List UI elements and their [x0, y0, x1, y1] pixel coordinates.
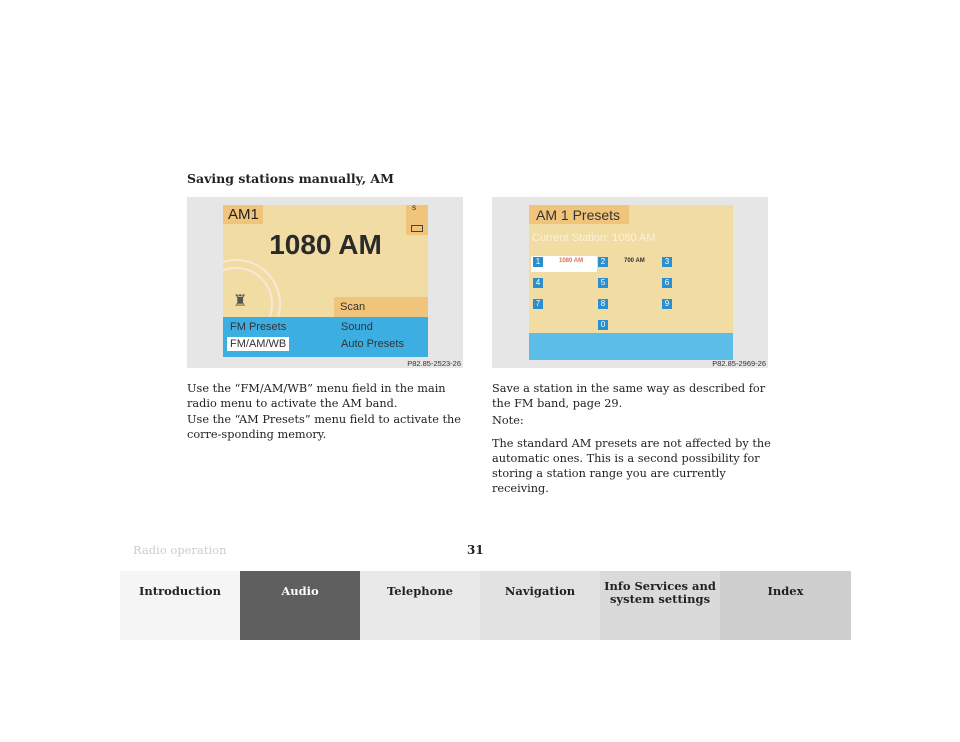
menu-sound: Sound: [341, 321, 373, 333]
paragraph: Use the “FM/AM/WB” menu field in the mai…: [187, 382, 446, 410]
current-station: Current Station: 1080 AM: [532, 232, 656, 244]
preset-number: 8: [598, 299, 608, 309]
preset-number: 5: [598, 278, 608, 288]
tab-audio[interactable]: Audio: [240, 571, 360, 640]
menu-auto-presets: Auto Presets: [341, 338, 404, 350]
paragraph: Use the “AM Presets” menu field to activ…: [187, 413, 461, 441]
preset-number: 7: [533, 299, 543, 309]
tab-telephone[interactable]: Telephone: [360, 571, 480, 640]
preset-number: 6: [662, 278, 672, 288]
note-label: Note:: [492, 414, 524, 427]
tower-icon: ♜: [233, 293, 248, 310]
preset-number: 2: [598, 257, 608, 267]
figure-code: P82.85-2523-26: [407, 359, 461, 368]
tab-introduction[interactable]: Introduction: [120, 571, 240, 640]
preset-number: 1: [533, 257, 543, 267]
preset-number: 3: [662, 257, 672, 267]
tab-navigation[interactable]: Navigation: [480, 571, 600, 640]
preset-number: 4: [533, 278, 543, 288]
menu-fm-am-wb: FM/AM/WB: [227, 337, 290, 351]
band-label: AM1: [223, 205, 263, 224]
presets-title: AM 1 Presets: [529, 205, 629, 224]
section-footer: Radio operation: [133, 543, 227, 557]
frequency-display: 1080 AM: [269, 229, 382, 260]
radio-main-screen-figure: AM1 S 1080 AM ♜ Scan FM Presets Sound FM…: [187, 197, 463, 368]
scan-button: Scan: [334, 297, 428, 317]
preset-station: 1080 AM: [559, 258, 584, 264]
am-presets-screen-figure: AM 1 Presets Current Station: 1080 AM 1 1…: [492, 197, 768, 368]
paragraph: Save a station in the same way as descri…: [492, 382, 766, 410]
preset-number: 9: [662, 299, 672, 309]
preset-station: 700 AM: [624, 258, 645, 264]
tab-info[interactable]: Info Services and system settings: [600, 571, 720, 640]
preset-number: 0: [598, 320, 608, 330]
tab-index[interactable]: Index: [720, 571, 851, 640]
page-number: 31: [467, 543, 484, 557]
menu-fm-presets: FM Presets: [230, 321, 287, 333]
paragraph: The standard AM presets are not affected…: [492, 437, 771, 495]
section-heading: Saving stations manually, AM: [187, 171, 394, 186]
figure-code: P82.85-2969-26: [712, 359, 766, 368]
